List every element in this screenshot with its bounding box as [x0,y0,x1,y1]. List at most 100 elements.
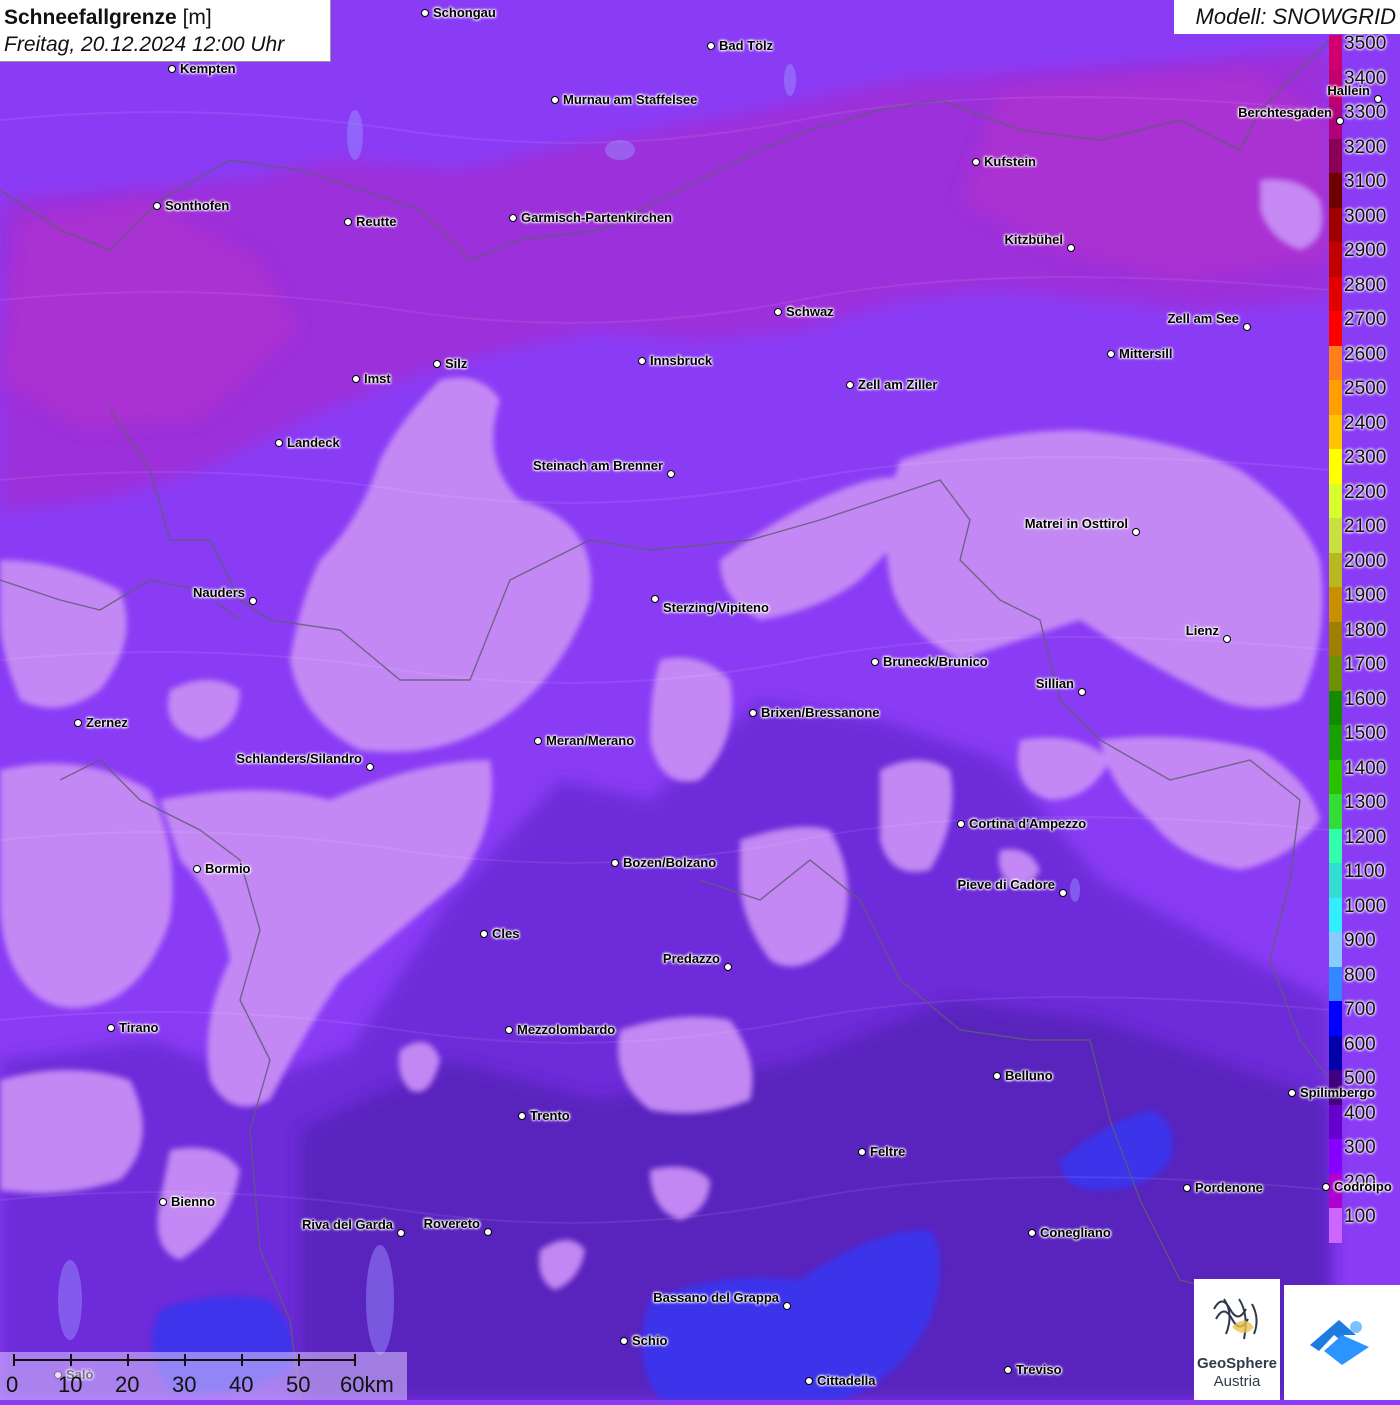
city-label: Berchtesgaden [1238,105,1332,120]
city-label: Cortina d'Ampezzo [969,816,1087,831]
geosphere-name: GeoSphere [1196,1355,1278,1372]
app-logo [1284,1285,1400,1400]
city-marker [1243,323,1251,331]
city-marker [667,470,675,478]
city-marker [366,763,374,771]
legend-label: 1200 [1344,826,1387,848]
legend-color-swatch [1329,483,1342,518]
city-label: Meran/Merano [546,733,635,748]
legend-color-swatch [1329,1001,1342,1036]
city-label: Pieve di Cadore [957,877,1055,892]
city-label: Hallein [1327,83,1370,98]
city-marker [972,158,980,166]
city-label: Rovereto [423,1216,480,1231]
legend-label: 1900 [1344,585,1387,606]
legend-label: 3300 [1344,102,1387,123]
city-marker [1336,117,1344,125]
city-label: Bad Tölz [719,38,774,53]
legend-label: 1700 [1344,654,1387,675]
city-label: Bienno [171,1194,216,1209]
city-marker [638,357,646,365]
city-label: Mittersill [1119,346,1173,361]
city-label: Sonthofen [165,198,230,213]
legend-color-swatch [1329,35,1342,70]
city-label: Brixen/Bressanone [761,705,880,720]
city-label: Tirano [119,1020,159,1035]
city-marker [651,595,659,603]
legend-label: 800 [1344,964,1376,986]
city-label: Trento [530,1108,570,1123]
city-marker [505,1026,513,1034]
legend-label: 400 [1344,1102,1376,1124]
scale-tick-label: 60km [340,1372,394,1397]
city-label: Kempten [180,61,236,76]
city-label: Zell am See [1167,311,1239,326]
city-label: Matrei in Osttirol [1024,516,1128,531]
legend-color-swatch [1329,449,1342,484]
city-marker [957,820,965,828]
city-marker [774,308,782,316]
geosphere-logo: GeoSphere Austria [1194,1279,1280,1400]
city-label: Bruneck/Brunico [883,654,988,669]
city-marker [620,1337,628,1345]
legend-label: 1400 [1344,757,1387,779]
city-marker [1107,350,1115,358]
legend-label: 2200 [1344,481,1387,503]
legend-label: 2700 [1344,309,1387,330]
city-marker [1078,688,1086,696]
legend-color-swatch [1329,518,1342,553]
city-marker [1004,1366,1012,1374]
city-marker [534,737,542,745]
city-label: Schlanders/Silandro [236,751,362,766]
legend-label: 2400 [1344,412,1387,434]
city-label: Bormio [205,861,251,876]
legend-color-swatch [1329,345,1342,380]
city-label: Bozen/Bolzano [623,855,717,870]
scale-tick-label: 20 [115,1372,140,1397]
city-marker [159,1198,167,1206]
city-marker [153,202,161,210]
city-label: Cittadella [817,1373,876,1388]
legend-color-swatch [1329,690,1342,725]
model-label: Modell: SNOWGRID [1174,0,1400,34]
scale-tick-label: 30 [172,1372,197,1397]
legend-color-swatch [1329,897,1342,932]
legend-color-swatch [1329,311,1342,346]
city-label: Schwaz [786,304,834,319]
legend-color-swatch [1329,414,1342,449]
city-marker [805,1377,813,1385]
city-label: Feltre [870,1144,906,1159]
scale-tick-label: 50 [286,1372,311,1397]
city-label: Codroipo [1334,1179,1392,1194]
legend-label: 2800 [1344,274,1387,296]
city-marker [352,375,360,383]
city-label: Pordenone [1195,1180,1263,1195]
legend-label: 2000 [1344,550,1387,572]
city-label: Imst [364,371,391,386]
city-label: Sterzing/Vipiteno [663,600,769,615]
city-label: Lienz [1185,623,1219,638]
legend-label: 1500 [1344,723,1387,744]
city-label: Schio [632,1333,668,1348]
city-marker [344,218,352,226]
color-legend: 3500 3400 3300 3200 3100 3000 2900 2800 2700 2600… [1329,33,1400,1243]
legend-label: 700 [1344,999,1376,1020]
legend-label: 1300 [1344,792,1387,813]
city-marker [433,360,441,368]
city-marker [1223,635,1231,643]
legend-color-swatch [1329,932,1342,967]
legend-color-swatch [1329,173,1342,208]
city-label: Nauders [192,585,245,600]
city-label: Landeck [287,435,340,450]
city-marker [707,42,715,50]
legend-color-swatch [1329,380,1342,415]
city-marker [846,381,854,389]
city-marker [168,65,176,73]
city-label: Reutte [356,214,397,229]
legend-color-swatch [1329,552,1342,587]
city-marker [551,96,559,104]
app-logo-icon [1310,1320,1369,1365]
city-label: Conegliano [1040,1225,1111,1240]
city-marker [783,1302,791,1310]
city-marker [1288,1089,1296,1097]
